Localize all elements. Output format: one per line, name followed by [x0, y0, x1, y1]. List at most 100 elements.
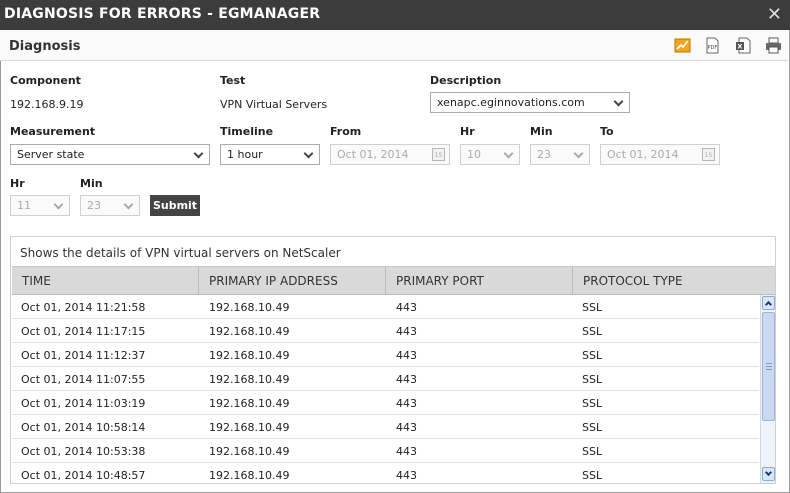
vertical-scrollbar[interactable]: [760, 295, 775, 483]
cell-primary-ip: 192.168.10.49: [209, 397, 290, 410]
panel-title: Diagnosis: [9, 39, 81, 54]
component-label: Component: [10, 74, 81, 87]
chevron-up-icon: [764, 300, 773, 309]
cell-primary-ip: 192.168.10.49: [209, 373, 290, 386]
close-icon[interactable]: ✕: [767, 4, 782, 25]
cell-primary-port: 443: [396, 325, 417, 338]
cell-protocol-type: SSL: [582, 373, 603, 386]
table-row: Oct 01, 2014 11:12:37 192.168.10.49 443 …: [12, 343, 759, 367]
cell-primary-ip: 192.168.10.49: [209, 301, 290, 314]
submit-button[interactable]: Submit: [150, 195, 200, 216]
chevron-down-icon: [123, 199, 134, 210]
cell-primary-ip: 192.168.10.49: [209, 445, 290, 458]
chevron-down-icon: [573, 148, 584, 159]
chevron-down-icon: [303, 148, 314, 159]
chevron-down-icon: [193, 148, 204, 159]
scroll-up-button[interactable]: [762, 296, 775, 310]
print-icon[interactable]: [765, 37, 782, 54]
cell-primary-port: 443: [396, 445, 417, 458]
cell-primary-ip: 192.168.10.49: [209, 469, 290, 482]
svg-text:X: X: [737, 43, 742, 51]
to-label: To: [600, 125, 614, 138]
excel-icon[interactable]: X: [735, 37, 752, 54]
window-title: DIAGNOSIS FOR ERRORS - EGMANAGER: [4, 6, 321, 22]
cell-primary-port: 443: [396, 301, 417, 314]
table-row: Oct 01, 2014 10:53:38 192.168.10.49 443 …: [12, 439, 759, 463]
table-header: TIME PRIMARY IP ADDRESS PRIMARY PORT PRO…: [12, 266, 775, 295]
measurement-select-value: Server state: [17, 148, 85, 161]
column-header-protocol-type[interactable]: PROTOCOL TYPE: [573, 267, 775, 295]
table-row: Oct 01, 2014 11:17:15 192.168.10.49 443 …: [12, 319, 759, 343]
cell-protocol-type: SSL: [582, 301, 603, 314]
chart-icon[interactable]: [674, 37, 691, 54]
chevron-down-icon: [53, 199, 64, 210]
cell-time: Oct 01, 2014 11:07:55: [21, 373, 146, 386]
description-select-value: xenapc.eginnovations.com: [437, 96, 585, 109]
column-header-time[interactable]: TIME: [12, 267, 199, 295]
from-min-value: 23: [537, 148, 551, 161]
table-row: Oct 01, 2014 11:07:55 192.168.10.49 443 …: [12, 367, 759, 391]
cell-primary-ip: 192.168.10.49: [209, 325, 290, 338]
test-value: VPN Virtual Servers: [220, 98, 328, 111]
pdf-icon[interactable]: PDF: [704, 37, 721, 54]
description-select[interactable]: xenapc.eginnovations.com: [430, 92, 630, 113]
from-min-label: Min: [530, 125, 553, 138]
cell-time: Oct 01, 2014 11:17:15: [21, 325, 146, 338]
table-body: Oct 01, 2014 11:21:58 192.168.10.49 443 …: [12, 295, 759, 483]
grip-line: [766, 363, 772, 364]
from-date-field: Oct 01, 2014 15: [330, 144, 450, 165]
grip-line: [766, 366, 772, 367]
column-header-primary-ip[interactable]: PRIMARY IP ADDRESS: [199, 267, 386, 295]
scroll-thumb[interactable]: [762, 312, 775, 421]
from-date-value: Oct 01, 2014: [337, 148, 409, 161]
to-hr-value: 11: [17, 199, 31, 212]
table-row: Oct 01, 2014 10:48:57 192.168.10.49 443 …: [12, 463, 759, 483]
from-label: From: [330, 125, 362, 138]
from-min-select: 23: [530, 144, 590, 165]
test-label: Test: [220, 74, 246, 87]
measurement-select[interactable]: Server state: [10, 144, 210, 165]
from-hr-select: 10: [460, 144, 520, 165]
to-min-select: 23: [80, 195, 140, 216]
cell-primary-port: 443: [396, 397, 417, 410]
svg-text:PDF: PDF: [708, 45, 718, 51]
cell-protocol-type: SSL: [582, 397, 603, 410]
from-hr-value: 10: [467, 148, 481, 161]
cell-time: Oct 01, 2014 11:03:19: [21, 397, 146, 410]
cell-primary-ip: 192.168.10.49: [209, 421, 290, 434]
to-min-label: Min: [80, 177, 103, 190]
table-row: Oct 01, 2014 11:03:19 192.168.10.49 443 …: [12, 391, 759, 415]
component-value: 192.168.9.19: [10, 98, 84, 111]
calendar-icon: 15: [432, 148, 445, 161]
timeline-select-value: 1 hour: [227, 148, 263, 161]
cell-primary-port: 443: [396, 469, 417, 482]
cell-time: Oct 01, 2014 10:48:57: [21, 469, 146, 482]
chevron-down-icon: [503, 148, 514, 159]
cell-protocol-type: SSL: [582, 469, 603, 482]
calendar-icon: 15: [702, 148, 715, 161]
description-label: Description: [430, 74, 502, 87]
chevron-down-icon: [764, 468, 773, 477]
timeline-select[interactable]: 1 hour: [220, 144, 320, 165]
grip-line: [766, 369, 772, 370]
cell-primary-port: 443: [396, 349, 417, 362]
cell-time: Oct 01, 2014 10:53:38: [21, 445, 146, 458]
cell-primary-ip: 192.168.10.49: [209, 349, 290, 362]
panel-header: Diagnosis PDF X: [0, 30, 788, 61]
cell-time: Oct 01, 2014 11:12:37: [21, 349, 146, 362]
table-row: Oct 01, 2014 11:21:58 192.168.10.49 443 …: [12, 295, 759, 319]
to-min-value: 23: [87, 199, 101, 212]
cell-protocol-type: SSL: [582, 325, 603, 338]
from-hr-label: Hr: [460, 125, 475, 138]
to-hr-label: Hr: [10, 177, 25, 190]
cell-protocol-type: SSL: [582, 349, 603, 362]
cell-protocol-type: SSL: [582, 445, 603, 458]
column-header-primary-port[interactable]: PRIMARY PORT: [386, 267, 573, 295]
chevron-down-icon: [613, 96, 624, 107]
results-caption: Shows the details of VPN virtual servers…: [20, 246, 341, 260]
window-titlebar: DIAGNOSIS FOR ERRORS - EGMANAGER ✕: [0, 0, 790, 30]
to-date-value: Oct 01, 2014: [607, 148, 679, 161]
results-panel: Shows the details of VPN virtual servers…: [10, 236, 776, 484]
scroll-down-button[interactable]: [762, 467, 775, 481]
to-hr-select: 11: [10, 195, 70, 216]
